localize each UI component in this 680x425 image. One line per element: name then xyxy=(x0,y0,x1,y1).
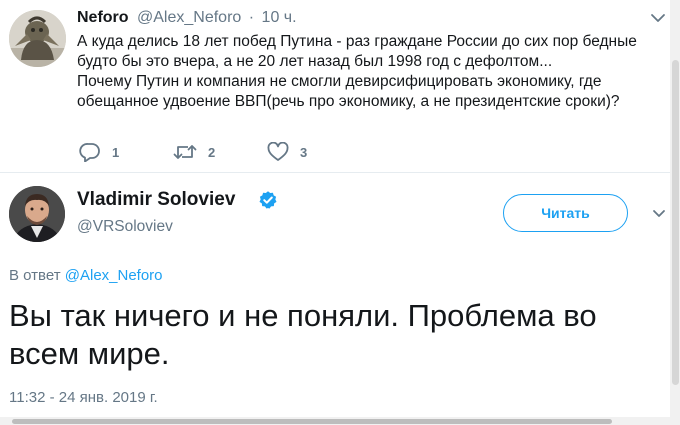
chevron-down-icon[interactable] xyxy=(652,209,666,219)
reply-tweet-header: Neforo @Alex_Neforo · 10 ч. xyxy=(77,9,297,27)
reply-author-avatar[interactable] xyxy=(9,10,66,67)
vertical-scrollbar[interactable] xyxy=(670,0,680,425)
main-author-handle[interactable]: @VRSoloviev xyxy=(77,218,173,236)
reply-tweet-time[interactable]: 10 ч. xyxy=(262,9,297,26)
like-action[interactable]: 3 xyxy=(267,141,307,163)
reply-count: 1 xyxy=(112,144,120,160)
reply-text-line: А куда делись 18 лет побед Путина - раз … xyxy=(77,33,637,50)
tweet-timestamp[interactable]: 11:32 - 24 янв. 2019 г. xyxy=(9,389,158,406)
verified-badge-icon xyxy=(259,191,277,209)
follow-button[interactable]: Читать xyxy=(503,194,628,232)
reply-text-line: Почему Путин и компания не смогли девирс… xyxy=(77,73,602,90)
vertical-scrollbar-thumb[interactable] xyxy=(672,60,679,385)
main-text-line: всем мире. xyxy=(9,336,170,371)
horizontal-scrollbar[interactable] xyxy=(0,417,680,425)
tweet-page: Neforo @Alex_Neforo · 10 ч. А куда делис… xyxy=(0,0,680,425)
like-count: 3 xyxy=(300,144,308,160)
reply-tweet-text: А куда делись 18 лет побед Путина - раз … xyxy=(77,32,667,112)
reply-text-line: будто бы это вчера, а не 20 лет назад бы… xyxy=(77,53,553,70)
reply-author-handle[interactable]: @Alex_Neforo xyxy=(137,9,241,26)
retweet-action[interactable]: 2 xyxy=(173,141,215,163)
main-tweet-text: Вы так ничего и не поняли. Проблема во в… xyxy=(9,297,659,373)
reply-icon[interactable] xyxy=(79,142,101,162)
header-separator: · xyxy=(248,9,255,26)
main-author-name[interactable]: Vladimir Soloviev xyxy=(77,189,235,211)
main-author-avatar[interactable] xyxy=(9,186,65,242)
chevron-down-icon[interactable] xyxy=(650,12,666,24)
reply-to-prefix: В ответ xyxy=(9,267,61,284)
reply-tweet[interactable]: Neforo @Alex_Neforo · 10 ч. А куда делис… xyxy=(0,0,680,172)
reply-action[interactable]: 1 xyxy=(79,141,119,163)
retweet-count: 2 xyxy=(208,144,216,160)
retweet-icon[interactable] xyxy=(173,142,197,162)
reply-to-mention[interactable]: @Alex_Neforo xyxy=(65,267,163,284)
reply-author-name[interactable]: Neforo xyxy=(77,9,129,26)
reply-to-context: В ответ @Alex_Neforo xyxy=(9,267,163,284)
horizontal-scrollbar-thumb[interactable] xyxy=(12,419,612,424)
tweet-divider xyxy=(0,172,680,173)
heart-icon[interactable] xyxy=(267,142,289,162)
reply-text-line: обещанное удвоение ВВП(речь про экономик… xyxy=(77,93,620,110)
main-text-line: Вы так ничего и не поняли. Проблема во xyxy=(9,298,597,333)
